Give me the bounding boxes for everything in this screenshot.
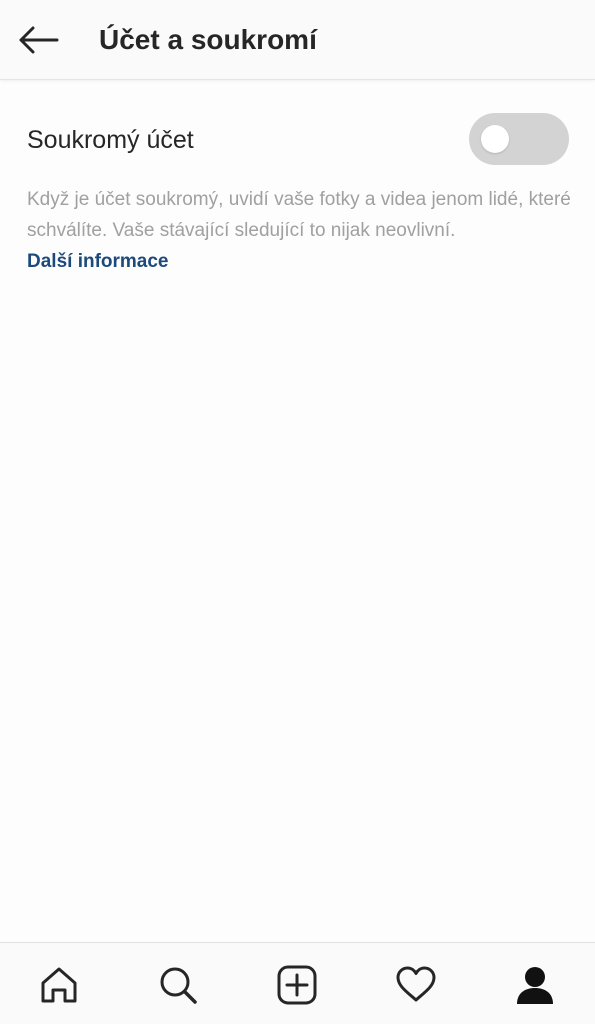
nav-home-button[interactable] [35, 961, 83, 1009]
search-icon [160, 967, 197, 1004]
bottom-navigation [0, 942, 595, 1024]
add-post-icon [277, 965, 317, 1005]
heart-icon [396, 966, 436, 1002]
home-icon [41, 967, 77, 1003]
nav-profile-button[interactable] [511, 961, 559, 1009]
private-account-description: Když je účet soukromý, uvidí vaše fotky … [27, 189, 571, 241]
profile-icon [517, 967, 553, 1004]
private-account-row: Soukromý účet [0, 100, 595, 178]
private-account-label: Soukromý účet [27, 126, 194, 154]
learn-more-link[interactable]: Další informace [27, 248, 169, 276]
arrow-left-icon [19, 26, 59, 54]
toggle-knob [481, 125, 509, 153]
back-button[interactable] [14, 18, 62, 62]
private-account-toggle[interactable] [469, 113, 569, 165]
app-screen: Účet a soukromí Soukromý účet Když je úč… [0, 0, 595, 1024]
page-title: Účet a soukromí [99, 24, 317, 55]
nav-activity-button[interactable] [392, 961, 440, 1009]
nav-add-button[interactable] [273, 961, 321, 1009]
top-bar: Účet a soukromí [0, 0, 595, 80]
nav-search-button[interactable] [154, 961, 202, 1009]
